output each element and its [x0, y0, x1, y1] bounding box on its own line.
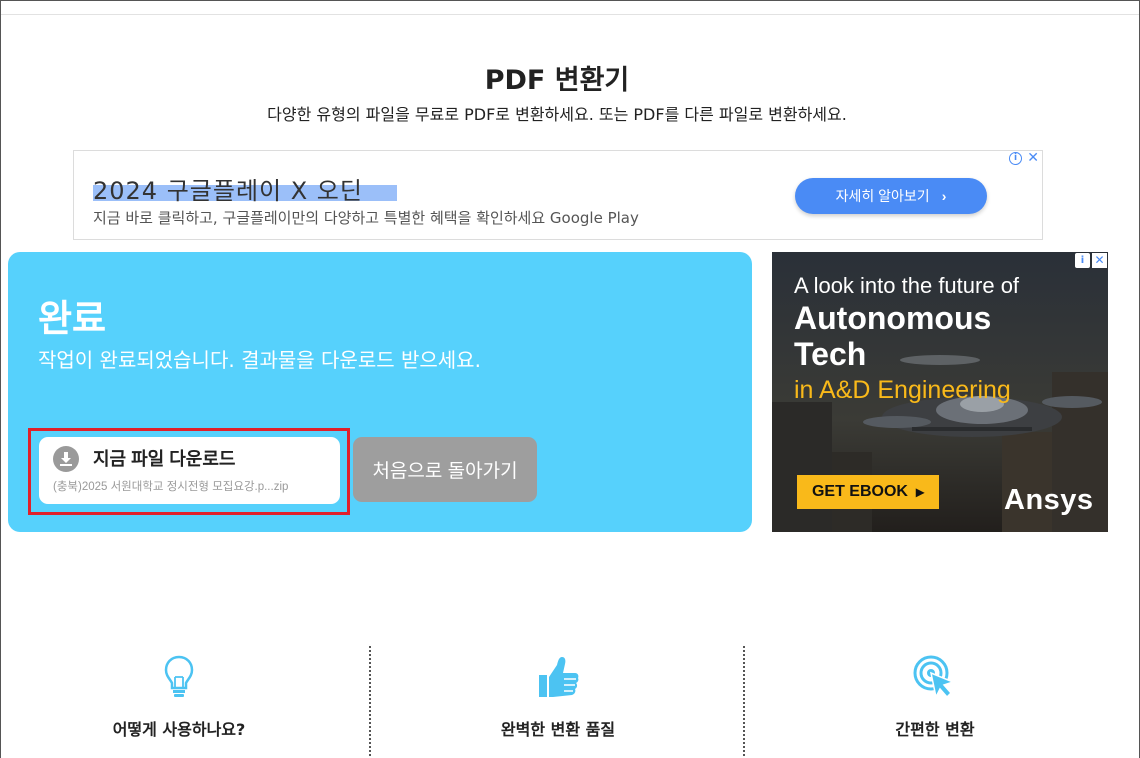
caret-right-icon: ▸ — [915, 484, 925, 501]
click-cursor-icon — [750, 652, 1120, 702]
ad-description[interactable]: 지금 바로 클릭하고, 구글플레이만의 다양하고 특별한 혜택을 확인하세요 G… — [93, 207, 639, 228]
ad-cta-label: 자세히 알아보기 — [835, 188, 930, 204]
side-ad-close-icon[interactable]: ✕ — [1092, 253, 1107, 268]
feature-easy-conversion: 간편한 변환 — [750, 652, 1120, 740]
feature-conversion-quality: 완벽한 변환 품질 — [373, 652, 743, 740]
feature-label: 간편한 변환 — [895, 720, 975, 739]
top-ad-banner[interactable]: 2024 구글플레이 X 오딘 지금 바로 클릭하고, 구글플레이만의 다양하고… — [73, 150, 1043, 240]
ad-info-icon[interactable]: i — [1009, 152, 1022, 165]
ad-close-icon[interactable]: ✕ — [1027, 150, 1039, 166]
completion-panel: 완료 작업이 완료되었습니다. 결과물을 다운로드 받으세요. 지금 파일 다운… — [8, 252, 752, 532]
lightbulb-icon — [0, 652, 364, 702]
thumbs-up-icon — [373, 652, 743, 702]
download-file-button[interactable]: 지금 파일 다운로드 (충북)2025 서원대학교 정시전형 모집요강.p...… — [39, 437, 340, 504]
feature-how-to-use: 어떻게 사용하나요? — [0, 652, 364, 740]
side-ad-line4: in A&D Engineering — [794, 376, 1011, 404]
feature-label: 어떻게 사용하나요? — [112, 720, 246, 739]
side-ad-line3: Tech — [794, 336, 867, 372]
page-title: PDF 변환기 — [484, 65, 630, 96]
ansys-logo: Ansys — [1004, 484, 1094, 516]
ad-headline[interactable]: 2024 구글플레이 X 오딘 — [93, 171, 363, 206]
completion-message: 작업이 완료되었습니다. 결과물을 다운로드 받으세요. — [38, 348, 481, 372]
side-ad-line2: Autonomous — [794, 300, 992, 336]
feature-divider — [369, 646, 371, 756]
page-subtitle: 다양한 유형의 파일을 무료로 PDF로 변환하세요. 또는 PDF를 다른 파… — [267, 105, 847, 124]
download-icon — [53, 446, 79, 472]
ad-learn-more-button[interactable]: 자세히 알아보기 › — [795, 178, 987, 214]
feature-divider — [743, 646, 745, 756]
side-ad-line1: A look into the future of — [794, 273, 1020, 298]
side-ad-info-icon[interactable]: i — [1075, 253, 1090, 268]
side-ad-banner[interactable]: A look into the future of Autonomous Tec… — [772, 252, 1108, 532]
get-ebook-button[interactable]: GET EBOOK ▸ — [797, 475, 939, 509]
completion-title: 완료 — [38, 297, 107, 340]
download-label: 지금 파일 다운로드 — [93, 449, 236, 469]
header-divider — [1, 14, 1139, 15]
chevron-right-icon: › — [941, 188, 947, 204]
back-to-start-button[interactable]: 처음으로 돌아가기 — [353, 437, 537, 502]
get-ebook-label: GET EBOOK — [811, 483, 908, 500]
download-file-name: (충북)2025 서원대학교 정시전형 모집요강.p...zip — [53, 481, 289, 493]
feature-label: 완벽한 변환 품질 — [500, 720, 616, 739]
